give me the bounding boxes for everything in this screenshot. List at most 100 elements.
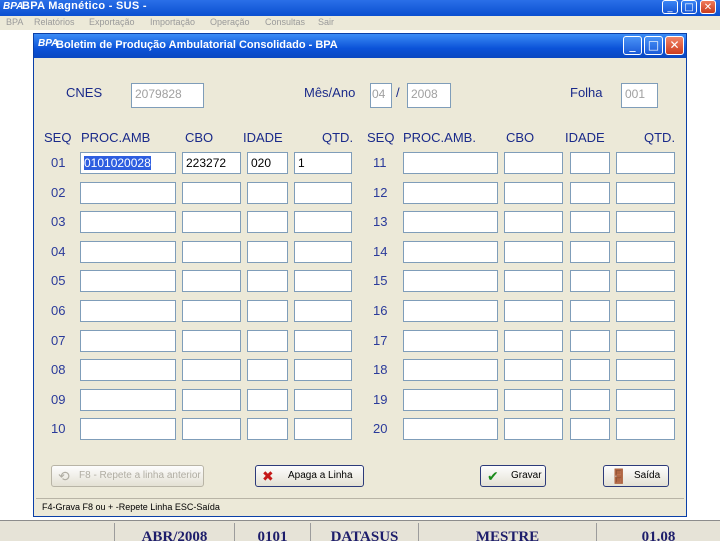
cnes-field[interactable]: 2079828 (131, 83, 204, 108)
proc-field[interactable] (80, 241, 176, 263)
qtd-field[interactable] (294, 300, 352, 322)
idade-field[interactable] (570, 418, 610, 440)
qtd-field[interactable] (616, 300, 675, 322)
qtd-field[interactable] (294, 330, 352, 352)
idade-field[interactable] (247, 418, 288, 440)
cbo-field[interactable] (504, 152, 563, 174)
qtd-field[interactable] (294, 241, 352, 263)
qtd-field[interactable]: 1 (294, 152, 352, 174)
ano-field[interactable]: 2008 (407, 83, 451, 108)
cbo-field[interactable] (504, 418, 563, 440)
dialog-titlebar[interactable]: BPA Boletim de Produção Ambulatorial Con… (34, 34, 686, 58)
qtd-field[interactable] (294, 211, 352, 233)
idade-field[interactable] (570, 182, 610, 204)
idade-field[interactable] (570, 152, 610, 174)
cbo-field[interactable] (182, 300, 241, 322)
cbo-field[interactable] (182, 359, 241, 381)
proc-field[interactable] (403, 211, 498, 233)
proc-field[interactable] (80, 270, 176, 292)
cbo-field[interactable] (182, 389, 241, 411)
cbo-field[interactable] (504, 389, 563, 411)
app-minimize-button[interactable]: _ (662, 0, 678, 14)
idade-field[interactable] (570, 330, 610, 352)
proc-field[interactable] (80, 300, 176, 322)
cbo-field[interactable] (182, 182, 241, 204)
proc-field[interactable] (80, 330, 176, 352)
proc-field[interactable] (80, 418, 176, 440)
proc-field[interactable] (403, 241, 498, 263)
app-close-button[interactable]: ✕ (700, 0, 716, 14)
menu-bpa[interactable]: BPA (6, 17, 23, 27)
idade-field[interactable] (570, 270, 610, 292)
qtd-field[interactable] (616, 389, 675, 411)
idade-field[interactable] (247, 359, 288, 381)
mes-field[interactable]: 04 (370, 83, 392, 108)
cbo-field[interactable]: 223272 (182, 152, 241, 174)
proc-field[interactable] (403, 330, 498, 352)
proc-field[interactable] (80, 182, 176, 204)
cbo-field[interactable] (504, 241, 563, 263)
idade-field[interactable] (247, 182, 288, 204)
qtd-field[interactable] (616, 211, 675, 233)
idade-field[interactable] (247, 330, 288, 352)
qtd-field[interactable] (294, 418, 352, 440)
qtd-field[interactable] (616, 359, 675, 381)
idade-field[interactable] (247, 241, 288, 263)
menu-exportacao[interactable]: Exportação (89, 17, 135, 27)
exit-button[interactable]: 🚪 Saída (603, 465, 669, 487)
qtd-field[interactable] (294, 389, 352, 411)
idade-field[interactable] (247, 300, 288, 322)
menu-operacao[interactable]: Operação (210, 17, 250, 27)
cbo-field[interactable] (182, 418, 241, 440)
repeat-line-button[interactable]: ⟲ F8 - Repete a linha anterior (51, 465, 204, 487)
qtd-field[interactable] (294, 182, 352, 204)
idade-field[interactable] (247, 270, 288, 292)
qtd-field[interactable] (616, 182, 675, 204)
proc-field[interactable] (403, 182, 498, 204)
menu-consultas[interactable]: Consultas (265, 17, 305, 27)
idade-field[interactable] (570, 359, 610, 381)
cbo-field[interactable] (504, 359, 563, 381)
qtd-field[interactable] (616, 241, 675, 263)
qtd-field[interactable] (616, 270, 675, 292)
proc-field[interactable] (80, 211, 176, 233)
proc-field[interactable] (403, 270, 498, 292)
dialog-maximize-button[interactable]: □ (644, 36, 663, 55)
cbo-field[interactable] (504, 182, 563, 204)
qtd-field[interactable] (616, 330, 675, 352)
idade-field[interactable] (247, 211, 288, 233)
cbo-field[interactable] (504, 270, 563, 292)
proc-field[interactable]: 0101020028 (80, 152, 176, 174)
idade-field[interactable] (247, 389, 288, 411)
qtd-field[interactable] (616, 152, 675, 174)
proc-field[interactable] (403, 389, 498, 411)
cbo-field[interactable] (182, 270, 241, 292)
cbo-field[interactable] (504, 330, 563, 352)
app-maximize-button[interactable]: □ (681, 0, 697, 14)
idade-field[interactable] (570, 389, 610, 411)
save-button[interactable]: ✔ Gravar (480, 465, 546, 487)
menu-relatorios[interactable]: Relatórios (34, 17, 75, 27)
qtd-field[interactable] (294, 270, 352, 292)
cbo-field[interactable] (504, 300, 563, 322)
qtd-field[interactable] (294, 359, 352, 381)
dialog-minimize-button[interactable]: _ (623, 36, 642, 55)
proc-field[interactable] (403, 152, 498, 174)
menu-sair[interactable]: Sair (318, 17, 334, 27)
cbo-field[interactable] (182, 241, 241, 263)
dialog-close-button[interactable]: ✕ (665, 36, 684, 55)
proc-field[interactable] (80, 389, 176, 411)
menu-importacao[interactable]: Importação (150, 17, 195, 27)
proc-field[interactable] (403, 418, 498, 440)
idade-field[interactable] (570, 300, 610, 322)
proc-field[interactable] (80, 359, 176, 381)
idade-field[interactable]: 020 (247, 152, 288, 174)
proc-field[interactable] (403, 300, 498, 322)
idade-field[interactable] (570, 211, 610, 233)
folha-field[interactable]: 001 (621, 83, 658, 108)
proc-field[interactable] (403, 359, 498, 381)
cbo-field[interactable] (182, 330, 241, 352)
delete-line-button[interactable]: ✖ Apaga a Linha (255, 465, 364, 487)
idade-field[interactable] (570, 241, 610, 263)
cbo-field[interactable] (504, 211, 563, 233)
